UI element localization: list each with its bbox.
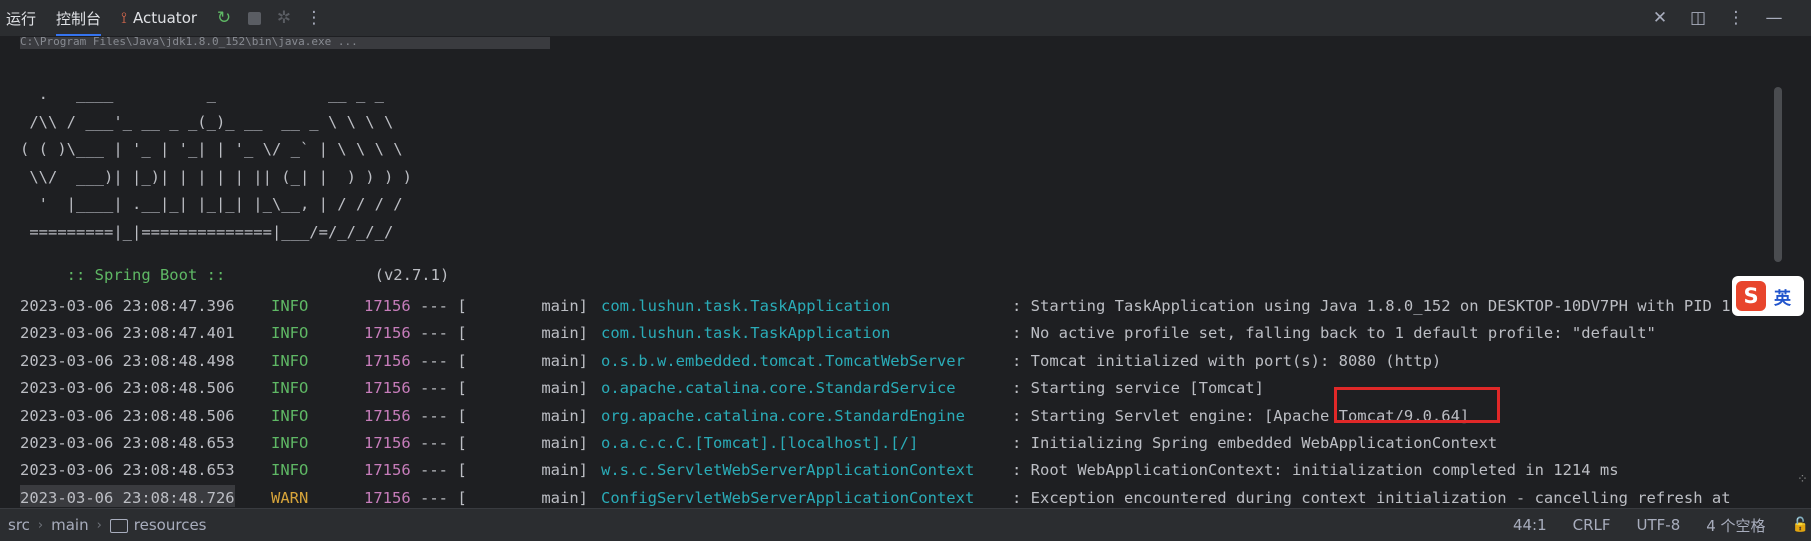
log-pid: 17156 — [364, 351, 411, 370]
port-highlight-box — [1334, 387, 1500, 423]
vertical-scrollbar[interactable] — [1774, 87, 1782, 262]
ime-logo-icon: S — [1736, 281, 1766, 311]
tab-run-label: 运行 — [6, 9, 37, 28]
log-message: : Initializing Spring embedded WebApplic… — [1012, 433, 1498, 452]
log-timestamp: 2023-03-06 23:08:48.506 — [20, 406, 235, 425]
log-logger-link[interactable]: w.s.c.ServletWebServerApplicationContext — [601, 457, 974, 484]
rerun-icon[interactable]: ↻ — [211, 5, 237, 31]
log-level: INFO — [271, 461, 309, 480]
log-message: : No active profile set, falling back to… — [1012, 324, 1656, 343]
log-message: : Starting service [Tomcat] — [1012, 379, 1264, 398]
log-timestamp: 2023-03-06 23:08:48.498 — [20, 351, 235, 370]
indent-setting[interactable]: 4 个空格 — [1706, 515, 1765, 536]
file-encoding[interactable]: UTF-8 — [1637, 516, 1681, 534]
tab-run[interactable]: 运行 — [0, 0, 46, 36]
command-line: C:\Program Files\Java\jdk1.8.0_152\bin\j… — [20, 37, 550, 49]
log-line: 2023-03-06 23:08:48.653 INFO 17156 --- [… — [0, 430, 1770, 457]
log-thread: main] — [541, 406, 588, 425]
ime-mode: 英 — [1774, 288, 1791, 309]
tool-window-header: 运行 控制台 ⟟ Actuator ↻ ✲ ⋮ ✕ ◫ ⋮ — — [0, 0, 1811, 37]
breadcrumb-src[interactable]: src — [8, 516, 30, 534]
spring-boot-label: :: Spring Boot :: — [57, 266, 235, 284]
minimize-icon[interactable]: — — [1761, 5, 1787, 31]
log-pid: 17156 — [364, 324, 411, 343]
log-lines: 2023-03-06 23:08:47.396 INFO 17156 --- [… — [0, 293, 1770, 507]
log-timestamp: 2023-03-06 23:08:48.506 — [20, 379, 235, 398]
log-timestamp: 2023-03-06 23:08:47.396 — [20, 297, 235, 315]
tab-actuator[interactable]: ⟟ Actuator — [111, 0, 207, 36]
log-line: 2023-03-06 23:08:47.396 INFO 17156 --- [… — [0, 293, 1770, 320]
more-vertical-icon[interactable]: ⋮ — [1723, 5, 1749, 31]
close-icon[interactable]: ✕ — [1647, 5, 1673, 31]
log-line: 2023-03-06 23:08:48.506 INFO 17156 --- [… — [0, 403, 1770, 430]
log-level: INFO — [271, 379, 309, 398]
more-vertical-icon[interactable]: ⋮ — [301, 5, 327, 31]
log-thread: main] — [541, 461, 588, 480]
log-pid: 17156 — [364, 379, 411, 398]
log-logger-link[interactable]: com.lushun.task.TaskApplication — [601, 320, 890, 347]
log-pid: 17156 — [364, 297, 411, 315]
log-pid: 17156 — [364, 433, 411, 452]
lock-icon[interactable]: 🔓 — [1792, 517, 1809, 533]
log-logger-link[interactable]: com.lushun.task.TaskApplication — [601, 293, 890, 320]
spring-banner: . ____ _ __ _ _ /\\ / ___'_ __ _ _(_)_ _… — [20, 85, 412, 241]
cursor-position[interactable]: 44:1 — [1513, 516, 1547, 534]
log-line: 2023-03-06 23:08:47.401 INFO 17156 --- [… — [0, 320, 1770, 347]
chevron-right-icon: › — [96, 517, 102, 533]
breadcrumb-resources[interactable]: resources — [134, 516, 207, 534]
log-thread: main] — [541, 379, 588, 398]
log-line: 2023-03-06 23:08:48.653 INFO 17156 --- [… — [0, 457, 1770, 484]
log-message: : Exception encountered during context i… — [1012, 488, 1731, 507]
log-pid: 17156 — [364, 461, 411, 480]
log-level: INFO — [271, 433, 309, 452]
log-thread: main] — [541, 351, 588, 370]
log-logger-link[interactable]: ConfigServletWebServerApplicationContext — [601, 485, 974, 507]
log-timestamp: 2023-03-06 23:08:47.401 — [20, 324, 235, 343]
log-timestamp: 2023-03-06 23:08:48.653 — [20, 461, 235, 480]
folder-icon — [109, 519, 128, 533]
log-level: INFO — [271, 351, 309, 370]
log-level: INFO — [271, 324, 309, 343]
layout-icon[interactable]: ◫ — [1685, 5, 1711, 31]
log-level: WARN — [271, 488, 309, 507]
stop-icon[interactable] — [241, 5, 267, 31]
log-line: 2023-03-06 23:08:48.726 WARN 17156 --- [… — [0, 484, 1770, 507]
console-output[interactable]: C:\Program Files\Java\jdk1.8.0_152\bin\j… — [0, 37, 1811, 507]
log-message: : Starting TaskApplication using Java 1.… — [1012, 297, 1731, 315]
log-logger-link[interactable]: org.apache.catalina.core.StandardEngine — [601, 403, 965, 430]
chevron-right-icon: › — [37, 517, 44, 533]
log-thread: main] — [541, 488, 588, 507]
edge-dot-icon: ⁘ — [1797, 472, 1808, 487]
spring-boot-version: (v2.7.1) — [234, 266, 450, 284]
debug-icon[interactable]: ✲ — [271, 5, 297, 31]
ime-indicator[interactable]: S 英 — [1732, 276, 1804, 316]
tab-actuator-label: Actuator — [132, 9, 198, 27]
log-logger-link[interactable]: o.a.c.c.C.[Tomcat].[localhost].[/] — [601, 430, 918, 457]
log-timestamp: 2023-03-06 23:08:48.653 — [20, 433, 235, 452]
log-thread: main] — [541, 324, 588, 343]
log-level: INFO — [271, 297, 309, 315]
log-logger-link[interactable]: o.apache.catalina.core.StandardService — [601, 375, 956, 402]
status-bar: src › main › resources 44:1 CRLF UTF-8 4… — [0, 508, 1811, 541]
log-message: : Root WebApplicationContext: initializa… — [1012, 461, 1619, 480]
log-logger-link[interactable]: o.s.b.w.embedded.tomcat.TomcatWebServer — [601, 348, 965, 375]
log-level: INFO — [271, 406, 309, 425]
line-ending[interactable]: CRLF — [1573, 516, 1611, 534]
breadcrumb-main[interactable]: main — [51, 516, 88, 534]
log-thread: main] — [541, 297, 588, 315]
log-pid: 17156 — [364, 488, 411, 507]
log-pid: 17156 — [364, 406, 411, 425]
actuator-icon: ⟟ — [121, 8, 127, 27]
log-message: : Tomcat initialized with port(s): 8080 … — [1012, 351, 1442, 370]
tab-console[interactable]: 控制台 — [46, 0, 111, 36]
log-thread: main] — [541, 433, 588, 452]
log-timestamp: 2023-03-06 23:08:48.726 — [20, 484, 235, 507]
tab-console-label: 控制台 — [56, 9, 102, 28]
log-line: 2023-03-06 23:08:48.506 INFO 17156 --- [… — [0, 375, 1770, 402]
log-line: 2023-03-06 23:08:48.498 INFO 17156 --- [… — [0, 348, 1770, 375]
